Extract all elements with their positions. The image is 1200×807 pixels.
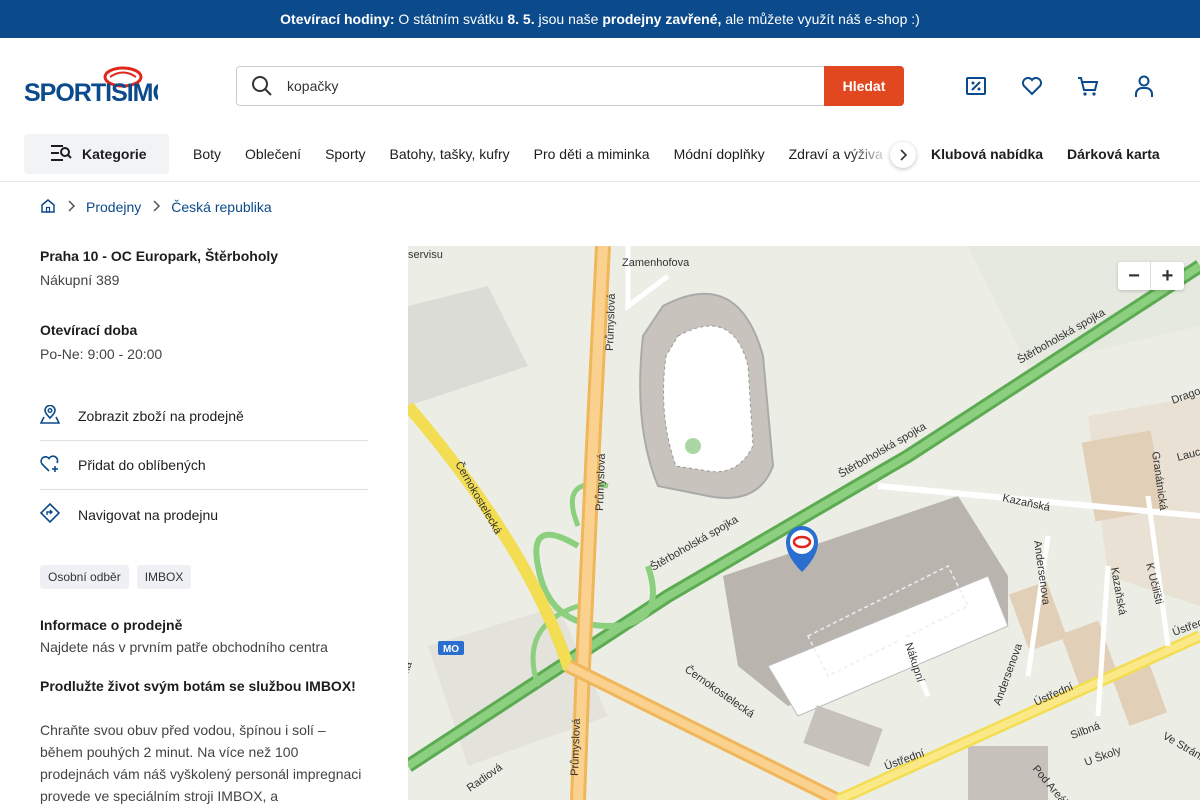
chevron-right-icon <box>151 199 161 216</box>
imbox-title: Prodlužte život svým botám se službou IM… <box>40 678 368 694</box>
nav-link[interactable]: Sporty <box>325 146 365 162</box>
announcement-text1: O státním svátku <box>398 11 503 27</box>
discount-icon[interactable] <box>964 74 988 98</box>
service-tags: Osobní odběr IMBOX <box>40 565 368 589</box>
search-input[interactable] <box>287 68 817 104</box>
user-icon[interactable] <box>1132 74 1156 98</box>
action-label: Přidat do oblíbených <box>78 457 206 473</box>
navigate-action[interactable]: Navigovat na prodejnu <box>40 490 368 539</box>
nav-link[interactable]: Boty <box>193 146 221 162</box>
nav-links: Boty Oblečení Sporty Batohy, tašky, kufr… <box>193 134 893 174</box>
hours-title: Otevírací doba <box>40 322 368 338</box>
info-title: Informace o prodejně <box>40 617 368 633</box>
announcement-text3: ale můžete využít náš e-shop :) <box>725 11 920 27</box>
header: SPORTISIMO Hledat <box>0 38 1200 134</box>
map-label: Průmyslová <box>594 452 608 511</box>
store-hours: Po-Ne: 9:00 - 20:00 <box>40 346 368 362</box>
categories-button[interactable]: Kategorie <box>24 134 169 174</box>
nav-link[interactable]: Oblečení <box>245 146 301 162</box>
logo-text: SPORTISIMO <box>24 79 158 106</box>
nav-link[interactable]: Batohy, tašky, kufry <box>390 146 510 162</box>
sportisimo-logo[interactable]: SPORTISIMO <box>24 66 158 106</box>
nav-link-giftcard[interactable]: Dárková karta <box>1067 146 1160 162</box>
chevron-right-icon <box>898 149 908 161</box>
home-icon[interactable] <box>40 198 56 217</box>
announcement-text2: jsou naše <box>539 11 599 27</box>
store-details: Praha 10 - OC Europark, Štěrboholy Nákup… <box>40 248 368 807</box>
heart-icon[interactable] <box>1020 74 1044 98</box>
announcement-bar: Otevírací hodiny: O státním svátku 8. 5.… <box>0 0 1200 38</box>
breadcrumb-item[interactable]: Prodejny <box>86 199 141 215</box>
search-box: Hledat <box>236 66 904 106</box>
action-label: Navigovat na prodejnu <box>78 507 218 523</box>
map-label: Průmyslová <box>569 717 583 776</box>
cart-icon[interactable] <box>1076 74 1100 98</box>
imbox-text: Chraňte svou obuv před vodou, špínou i s… <box>40 719 368 807</box>
directions-icon <box>40 503 60 526</box>
info-text: Najdete nás v prvním patře obchodního ce… <box>40 639 368 655</box>
heart-plus-icon <box>40 454 60 477</box>
map-label: Zamenhofova <box>622 257 690 269</box>
store-address: Nákupní 389 <box>40 272 368 288</box>
map-label: servisu <box>408 249 443 261</box>
map-canvas: MO servisu Zamenhofova Průmyslová Průmys… <box>408 246 1200 800</box>
breadcrumb: Prodejny Česká republika <box>40 196 272 218</box>
store-actions: Zobrazit zboží na prodejně Přidat do obl… <box>40 392 368 539</box>
zoom-out-button[interactable]: − <box>1118 262 1151 290</box>
nav-scroll-button[interactable] <box>890 142 916 168</box>
breadcrumb-item[interactable]: Česká republika <box>171 199 271 215</box>
announcement-date: 8. 5. <box>507 11 534 27</box>
header-icons <box>964 74 1156 98</box>
tag-pickup: Osobní odběr <box>40 565 129 589</box>
map-label-mo: MO <box>443 644 459 655</box>
chevron-right-icon <box>66 199 76 216</box>
show-goods-action[interactable]: Zobrazit zboží na prodejně <box>40 392 368 441</box>
map-zoom-controls: − + <box>1118 262 1184 290</box>
zoom-in-button[interactable]: + <box>1151 262 1184 290</box>
categories-label: Kategorie <box>82 146 147 162</box>
store-name: Praha 10 - OC Europark, Štěrboholy <box>40 248 368 264</box>
location-pin-icon <box>40 405 60 428</box>
map-label: Průmyslová <box>604 292 618 351</box>
action-label: Zobrazit zboží na prodejně <box>78 408 244 424</box>
announcement-closed: prodejny zavřené, <box>602 11 721 27</box>
menu-search-icon <box>50 144 72 165</box>
nav-link[interactable]: Módní doplňky <box>674 146 765 162</box>
announcement-label: Otevírací hodiny: <box>280 11 394 27</box>
store-map[interactable]: MO servisu Zamenhofova Průmyslová Průmys… <box>408 246 1200 800</box>
tag-imbox: IMBOX <box>137 565 192 589</box>
nav-link-club[interactable]: Klubová nabídka <box>931 146 1043 162</box>
search-icon[interactable] <box>237 67 287 105</box>
search-button[interactable]: Hledat <box>824 66 904 106</box>
main-nav: Kategorie Boty Oblečení Sporty Batohy, t… <box>0 134 1200 182</box>
add-favorite-action[interactable]: Přidat do oblíbených <box>40 441 368 490</box>
nav-highlight-links: Klubová nabídka Dárková karta <box>931 134 1160 174</box>
nav-link[interactable]: Pro děti a miminka <box>534 146 650 162</box>
